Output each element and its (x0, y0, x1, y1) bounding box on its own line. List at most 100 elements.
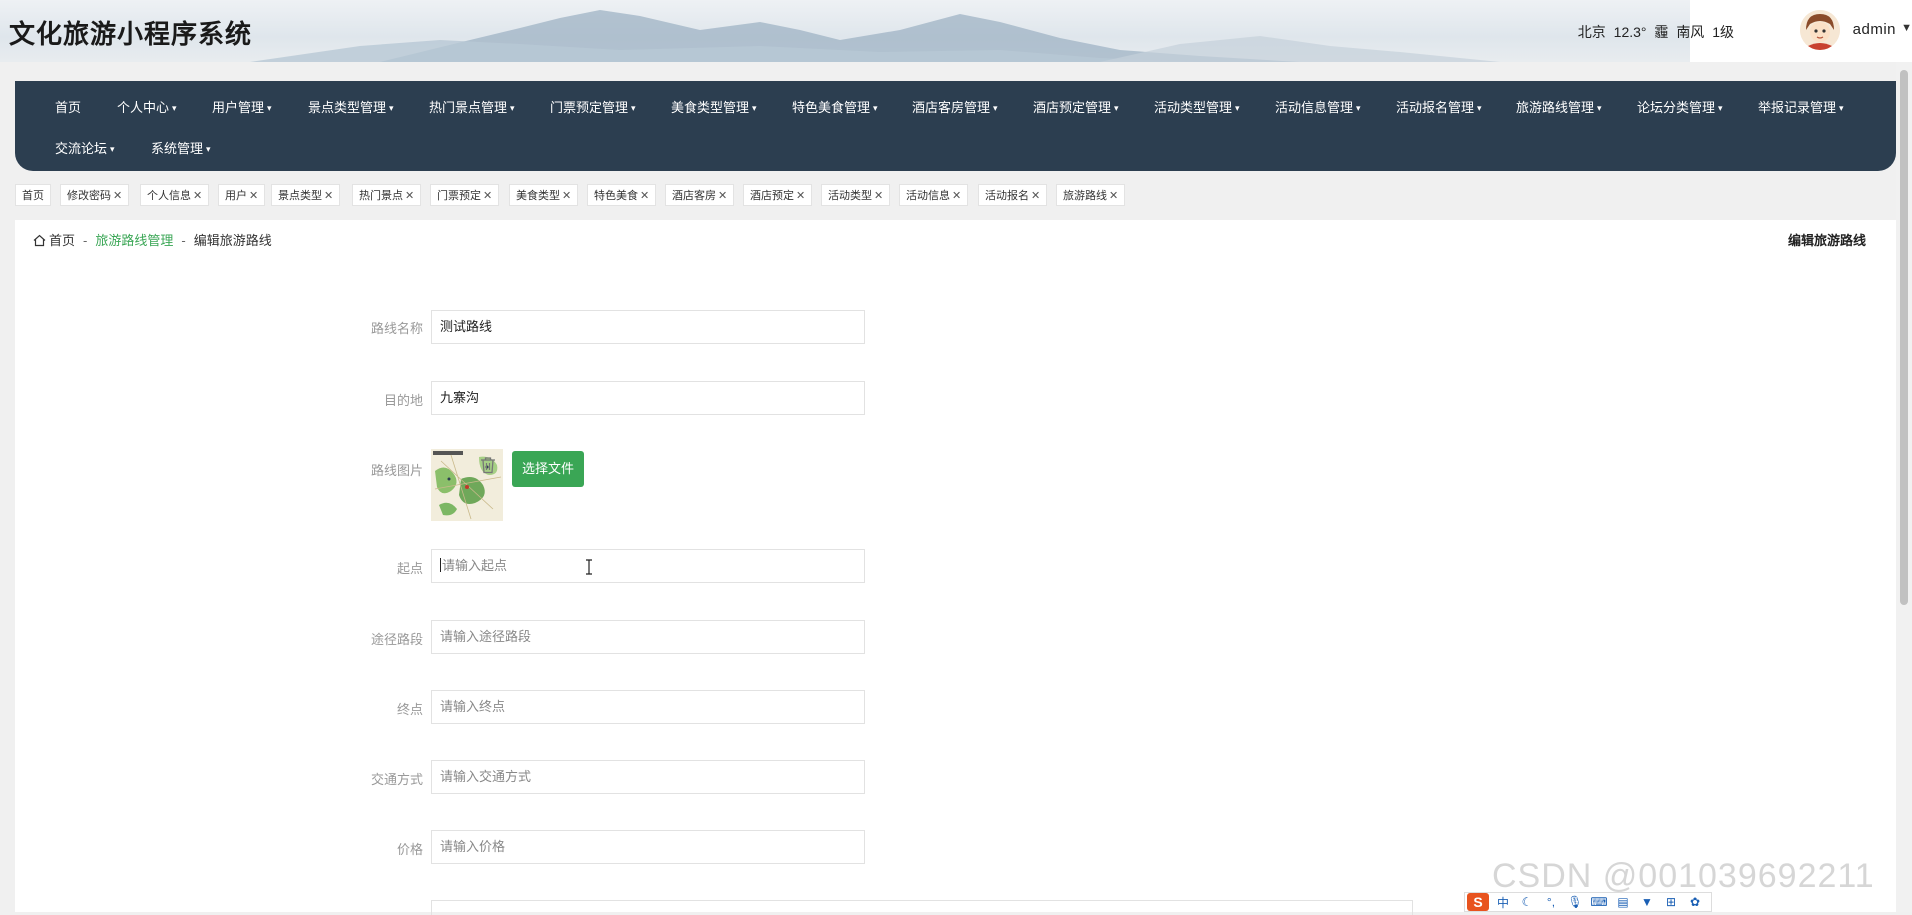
scrollbar-thumb[interactable] (1900, 70, 1908, 605)
microphone-icon[interactable]: 🎙 (1565, 895, 1585, 909)
end-field[interactable]: 请输入终点 (431, 690, 865, 724)
nav-item-activity-type[interactable]: 活动类型管理 ▾ (1154, 97, 1240, 116)
editor-field[interactable] (431, 900, 1413, 915)
close-icon[interactable]: ✕ (483, 190, 492, 202)
nav-item-system[interactable]: 系统管理 ▾ (151, 138, 211, 157)
close-icon[interactable]: ✕ (874, 190, 883, 202)
close-icon[interactable]: ✕ (718, 190, 727, 202)
close-icon[interactable]: ✕ (113, 190, 122, 202)
tab-change-password[interactable]: 修改密码 ✕ (60, 184, 130, 206)
clipboard-icon[interactable]: ▤ (1613, 895, 1633, 909)
nav-item-forum-category[interactable]: 论坛分类管理 ▾ (1637, 97, 1723, 116)
nav-item-hotel-room[interactable]: 酒店客房管理 ▾ (912, 97, 998, 116)
route-name-field[interactable]: 测试路线 (431, 310, 865, 344)
trash-icon[interactable] (480, 456, 496, 474)
weather-condition: 霾 (1654, 24, 1669, 40)
nav-item-forum[interactable]: 交流论坛 ▾ (55, 138, 115, 157)
waypoints-label: 途径路段 (370, 632, 423, 647)
nav-item-activity-signup[interactable]: 活动报名管理 ▾ (1396, 97, 1482, 116)
nav-label: 首页 (55, 100, 82, 115)
close-icon[interactable]: ✕ (249, 190, 258, 202)
tab-users[interactable]: 用户 ✕ (218, 184, 266, 206)
tab-scenic-type[interactable]: 景点类型 ✕ (271, 184, 341, 206)
tab-hotel-room[interactable]: 酒店客房 ✕ (665, 184, 735, 206)
start-placeholder: 请输入起点 (442, 558, 508, 573)
choose-file-button[interactable]: 选择文件 (512, 451, 584, 487)
tab-home[interactable]: 首页 (15, 184, 51, 206)
page-scrollbar[interactable] (1896, 62, 1912, 912)
start-field[interactable]: 请输入起点 (431, 549, 865, 583)
nav-item-hotel-booking[interactable]: 酒店预定管理 ▾ (1033, 97, 1119, 116)
close-icon[interactable]: ✕ (796, 190, 805, 202)
destination-field[interactable]: 九寨沟 (431, 381, 865, 415)
start-label: 起点 (396, 561, 423, 576)
nav-item-hot-scenic[interactable]: 热门景点管理 ▾ (429, 97, 515, 116)
close-icon[interactable]: ✕ (193, 190, 202, 202)
nav-item-ticket[interactable]: 门票预定管理 ▾ (550, 97, 636, 116)
close-icon[interactable]: ✕ (952, 190, 961, 202)
waypoints-field[interactable]: 请输入途径路段 (431, 620, 865, 654)
nav-item-activity-info[interactable]: 活动信息管理 ▾ (1275, 97, 1361, 116)
close-icon[interactable]: ✕ (562, 190, 571, 202)
tab-hotel-booking[interactable]: 酒店预定 ✕ (743, 184, 813, 206)
extension-icon[interactable]: ✿ (1685, 895, 1705, 909)
punctuation-icon[interactable]: °, (1541, 895, 1561, 909)
tab-label: 热门景点 (359, 190, 403, 202)
chevron-down-icon[interactable]: ▼ (1901, 22, 1912, 34)
transport-field[interactable]: 请输入交通方式 (431, 760, 865, 794)
tab-ticket[interactable]: 门票预定 ✕ (430, 184, 500, 206)
chevron-down-icon: ▾ (389, 103, 394, 113)
breadcrumb-separator: - (181, 233, 186, 248)
nav-label: 交流论坛 (55, 141, 108, 156)
breadcrumb-home[interactable]: 首页 (49, 233, 75, 248)
close-icon[interactable]: ✕ (1031, 190, 1040, 202)
close-icon[interactable]: ✕ (405, 190, 414, 202)
content-panel: 首页 - 旅游路线管理 - 编辑旅游路线 编辑旅游路线 路线名称 测试路线 目的地 九寨… (15, 220, 1896, 915)
nav-item-users[interactable]: 用户管理 ▾ (212, 97, 272, 116)
weather-temp: 12.3° (1613, 24, 1647, 40)
price-field[interactable]: 请输入价格 (431, 830, 865, 864)
ime-mode[interactable]: 中 (1493, 894, 1513, 911)
ime-logo[interactable]: S (1467, 893, 1489, 911)
grid-icon[interactable]: ⊞ (1661, 895, 1681, 909)
breadcrumb-current: 编辑旅游路线 (193, 233, 272, 248)
tab-route[interactable]: 旅游路线 ✕ (1056, 184, 1126, 206)
chevron-down-icon: ▾ (1114, 103, 1119, 113)
avatar[interactable] (1800, 10, 1840, 50)
tab-personal-info[interactable]: 个人信息 ✕ (140, 184, 210, 206)
weather-widget: 北京 12.3° 霾 南风 1级 (1578, 22, 1738, 42)
weather-level: 1级 (1712, 24, 1734, 40)
username[interactable]: admin (1853, 21, 1896, 38)
nav-item-food-type[interactable]: 美食类型管理 ▾ (671, 97, 757, 116)
nav-item-scenic-type[interactable]: 景点类型管理 ▾ (308, 97, 394, 116)
nav-item-route[interactable]: 旅游路线管理 ▾ (1516, 97, 1602, 116)
tab-food-type[interactable]: 美食类型 ✕ (509, 184, 579, 206)
tab-label: 酒店客房 (672, 190, 716, 202)
tab-label: 美食类型 (516, 190, 560, 202)
page-title: 编辑旅游路线 (1787, 233, 1866, 248)
keyboard-icon[interactable]: ⌨ (1589, 895, 1609, 909)
shirt-icon[interactable]: ▼ (1637, 895, 1657, 909)
tab-label: 特色美食 (594, 190, 638, 202)
nav-item-home[interactable]: 首页 (55, 97, 81, 116)
close-icon[interactable]: ✕ (640, 190, 649, 202)
destination-label: 目的地 (383, 393, 423, 408)
nav-item-personal[interactable]: 个人中心 ▾ (117, 97, 177, 116)
tab-activity-signup[interactable]: 活动报名 ✕ (978, 184, 1048, 206)
tab-food[interactable]: 特色美食 ✕ (587, 184, 657, 206)
tab-activity-info[interactable]: 活动信息 ✕ (899, 184, 969, 206)
tab-label: 门票预定 (437, 190, 481, 202)
ime-toolbar: S 中 ☾ °, 🎙 ⌨ ▤ ▼ ⊞ ✿ (1464, 892, 1712, 912)
moon-icon[interactable]: ☾ (1517, 895, 1537, 909)
close-icon[interactable]: ✕ (1109, 190, 1118, 202)
nav-item-food[interactable]: 特色美食管理 ▾ (792, 97, 878, 116)
route-name-label: 路线名称 (370, 321, 423, 336)
tab-activity-type[interactable]: 活动类型 ✕ (821, 184, 891, 206)
main-nav: 首页 个人中心 ▾ 用户管理 ▾ 景点类型管理 ▾ 热门景点管理 ▾ 门票预定管理 ▾ 美… (15, 81, 1896, 171)
tab-hot-scenic[interactable]: 热门景点 ✕ (352, 184, 422, 206)
price-label: 价格 (396, 842, 423, 857)
watermark: CSDN @001039692211 (1492, 857, 1875, 895)
close-icon[interactable]: ✕ (324, 190, 333, 202)
nav-item-report[interactable]: 举报记录管理 ▾ (1758, 97, 1844, 116)
breadcrumb-section[interactable]: 旅游路线管理 (95, 233, 173, 248)
